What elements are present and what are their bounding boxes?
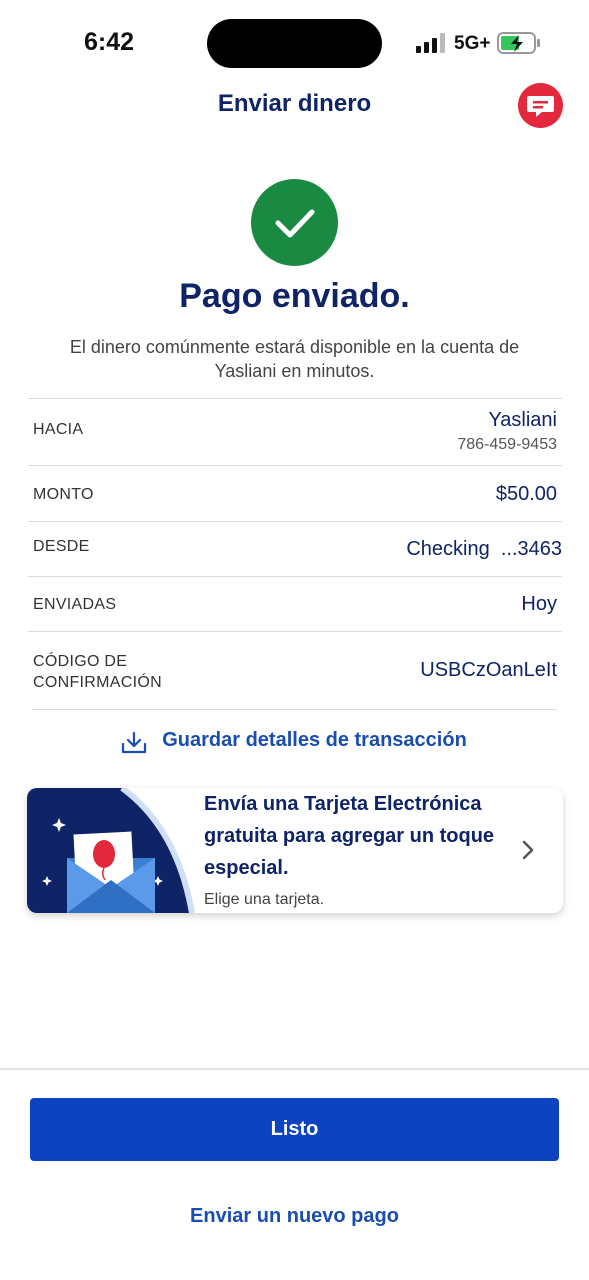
success-message: El dinero comúnmente estará disponible e… — [69, 337, 520, 381]
envelope-balloon-icon — [27, 788, 195, 913]
chat-icon — [527, 96, 554, 117]
confirmation-code: USBCzOanLeIt — [420, 659, 557, 681]
to-label: HACIA — [33, 421, 84, 438]
dynamic-island — [207, 19, 382, 68]
amount-value: $50.00 — [495, 483, 557, 505]
details-divider — [28, 576, 562, 577]
ecard-promo-subtitle: Elige una tarjeta. — [204, 891, 325, 908]
details-divider — [32, 709, 557, 710]
confirmation-label-line2: CONFIRMACIÓN — [33, 674, 162, 691]
check-circle-icon — [251, 179, 338, 266]
chat-button[interactable] — [518, 83, 563, 128]
save-details-link[interactable]: Guardar detalles de transacción — [0, 729, 589, 752]
battery-charging-icon — [497, 32, 540, 54]
page-title: Enviar dinero — [217, 90, 372, 117]
details-divider — [28, 398, 562, 399]
details-divider — [28, 465, 562, 466]
details-divider — [28, 521, 562, 522]
success-headline: Pago enviado. — [179, 277, 410, 315]
sent-value: Hoy — [521, 593, 557, 615]
signal-bars-icon — [416, 33, 445, 53]
network-type: 5G+ — [454, 33, 491, 54]
recipient-name: Yasliani — [488, 409, 557, 431]
details-divider — [28, 631, 562, 632]
new-payment-link[interactable]: Enviar un nuevo pago — [0, 1205, 589, 1228]
ecard-promo-title: Envía una Tarjeta Electrónica gratuita p… — [204, 793, 495, 879]
recipient-phone: 786-459-9453 — [457, 436, 557, 453]
amount-label: MONTO — [33, 486, 94, 503]
chevron-right-icon[interactable] — [520, 838, 536, 862]
sent-label: ENVIADAS — [33, 596, 117, 613]
confirmation-label: CÓDIGO DE CONFIRMACIÓN — [33, 651, 162, 693]
done-button[interactable]: Listo — [30, 1098, 559, 1161]
confirmation-label-line1: CÓDIGO DE — [33, 653, 128, 670]
status-time: 6:42 — [84, 28, 135, 56]
from-label: DESDE — [33, 538, 90, 555]
from-account: Checking ...3463 — [406, 538, 562, 560]
footer-divider — [0, 1068, 589, 1070]
ecard-promo-card[interactable]: Envía una Tarjeta Electrónica gratuita p… — [27, 788, 563, 913]
